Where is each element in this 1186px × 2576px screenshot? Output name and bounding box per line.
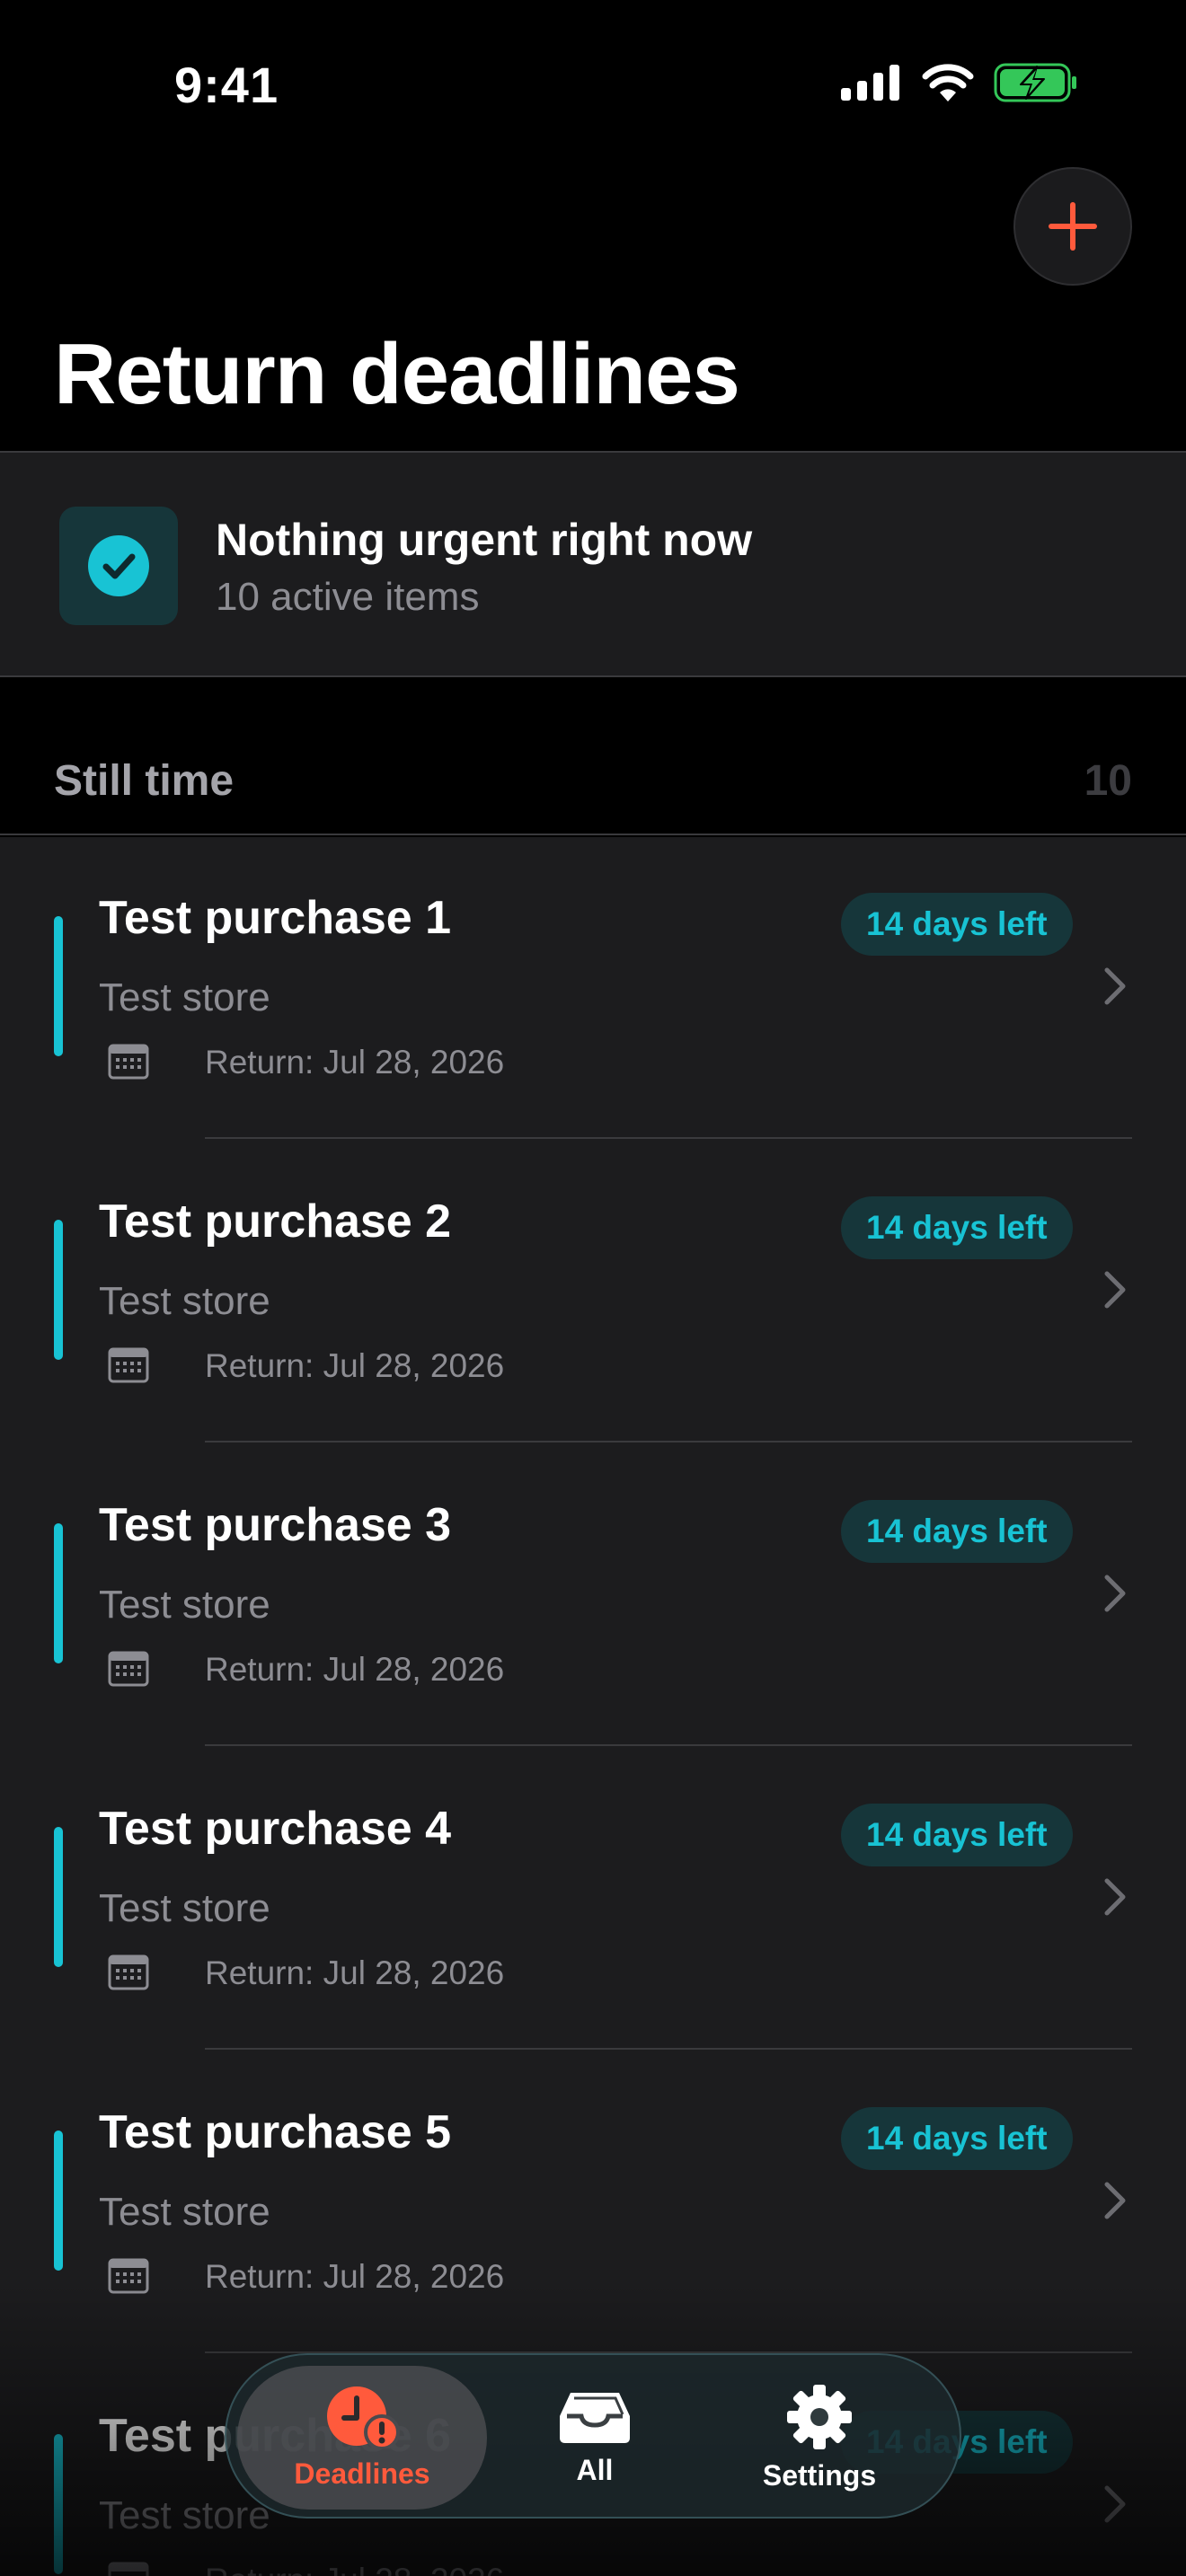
- cellular-signal-icon: [841, 65, 899, 101]
- item-title: Test purchase 1: [99, 892, 452, 944]
- item-store: Test store: [99, 2493, 270, 2537]
- item-title: Test purchase 4: [99, 1803, 452, 1855]
- tab-deadlines[interactable]: Deadlines: [237, 2366, 487, 2510]
- chevron-right-icon: [1104, 1271, 1126, 1309]
- row-divider: [205, 1441, 1132, 1442]
- list-item[interactable]: Test purchase 1 Test store Return: Jul 2…: [0, 837, 1186, 1141]
- item-return-date: Return: Jul 28, 2026: [205, 1954, 505, 1991]
- item-store: Test store: [99, 975, 270, 1019]
- section-header: Still time 10: [0, 701, 1186, 835]
- list-item[interactable]: Test purchase 2 Test store Return: Jul 2…: [0, 1141, 1186, 1444]
- status-accent-bar: [54, 1220, 63, 1360]
- status-accent-bar: [54, 1523, 63, 1663]
- days-left-badge: 14 days left: [841, 1196, 1073, 1259]
- plus-icon: [1049, 202, 1097, 251]
- item-title: Test purchase 3: [99, 1499, 452, 1551]
- checkmark-circle-icon: [88, 535, 149, 596]
- item-return-date: Return: Jul 28, 2026: [205, 1347, 505, 1384]
- summary-card: Nothing urgent right now 10 active items: [0, 451, 1186, 677]
- wifi-icon: [922, 64, 974, 101]
- item-return-date: Return: Jul 28, 2026: [205, 1044, 505, 1081]
- gear-icon: [787, 2384, 852, 2449]
- calendar-icon: [108, 1347, 149, 1383]
- chevron-right-icon: [1104, 2485, 1126, 2523]
- page-title: Return deadlines: [54, 326, 740, 422]
- item-return-date: Return: Jul 28, 2026: [205, 2258, 505, 2295]
- row-divider: [205, 2048, 1132, 2050]
- tab-settings[interactable]: Settings: [739, 2366, 900, 2510]
- item-return-date: Return: Jul 28, 2026: [205, 2562, 504, 2576]
- status-accent-bar: [54, 1827, 63, 1967]
- days-left-badge: 14 days left: [841, 893, 1073, 956]
- status-accent-bar: [54, 916, 63, 1056]
- tab-all[interactable]: All: [532, 2366, 658, 2510]
- summary-title: Nothing urgent right now: [216, 515, 753, 565]
- chevron-right-icon: [1104, 1878, 1126, 1916]
- summary-subtitle: 10 active items: [216, 575, 480, 619]
- days-left-badge: 14 days left: [841, 1804, 1073, 1866]
- item-return-date: Return: Jul 28, 2026: [205, 1651, 505, 1688]
- status-accent-bar: [54, 2130, 63, 2271]
- calendar-icon: [108, 1044, 149, 1080]
- item-store: Test store: [99, 1886, 270, 1930]
- row-divider: [205, 1137, 1132, 1139]
- section-label: Still time: [54, 757, 235, 805]
- calendar-icon: [108, 1954, 149, 1990]
- tab-label-all: All: [576, 2453, 614, 2486]
- clock-alert-icon: [327, 2386, 400, 2448]
- tab-bar: Deadlines All Settings: [225, 2353, 961, 2519]
- item-title: Test purchase 5: [99, 2106, 452, 2158]
- chevron-right-icon: [1104, 967, 1126, 1005]
- list-item[interactable]: Test purchase 5 Test store Return: Jul 2…: [0, 2051, 1186, 2355]
- days-left-badge: 14 days left: [841, 1500, 1073, 1563]
- status-icons: [841, 63, 1078, 102]
- calendar-icon: [108, 1651, 149, 1687]
- summary-icon-box: [59, 507, 178, 625]
- item-store: Test store: [99, 2190, 270, 2234]
- calendar-icon: [108, 2562, 149, 2576]
- item-store: Test store: [99, 1583, 270, 1627]
- status-time: 9:41: [174, 57, 279, 113]
- tray-icon: [560, 2392, 630, 2443]
- row-divider: [205, 1744, 1132, 1746]
- status-accent-bar: [54, 2434, 63, 2574]
- chevron-right-icon: [1104, 1575, 1126, 1612]
- list-item[interactable]: Test purchase 4 Test store Return: Jul 2…: [0, 1748, 1186, 2051]
- chevron-right-icon: [1104, 2182, 1126, 2219]
- section-count: 10: [1084, 757, 1132, 805]
- battery-charging-icon: [994, 63, 1076, 102]
- list-item[interactable]: Test purchase 3 Test store Return: Jul 2…: [0, 1444, 1186, 1748]
- tab-label-settings: Settings: [762, 2458, 877, 2492]
- item-store: Test store: [99, 1279, 270, 1323]
- add-button[interactable]: [1013, 167, 1132, 286]
- tab-label-deadlines: Deadlines: [294, 2457, 430, 2490]
- item-title: Test purchase 2: [99, 1195, 452, 1248]
- days-left-badge: 14 days left: [841, 2107, 1073, 2170]
- status-bar: 9:41: [0, 0, 1186, 171]
- calendar-icon: [108, 2258, 149, 2294]
- deadline-list: Test purchase 1 Test store Return: Jul 2…: [0, 837, 1186, 2576]
